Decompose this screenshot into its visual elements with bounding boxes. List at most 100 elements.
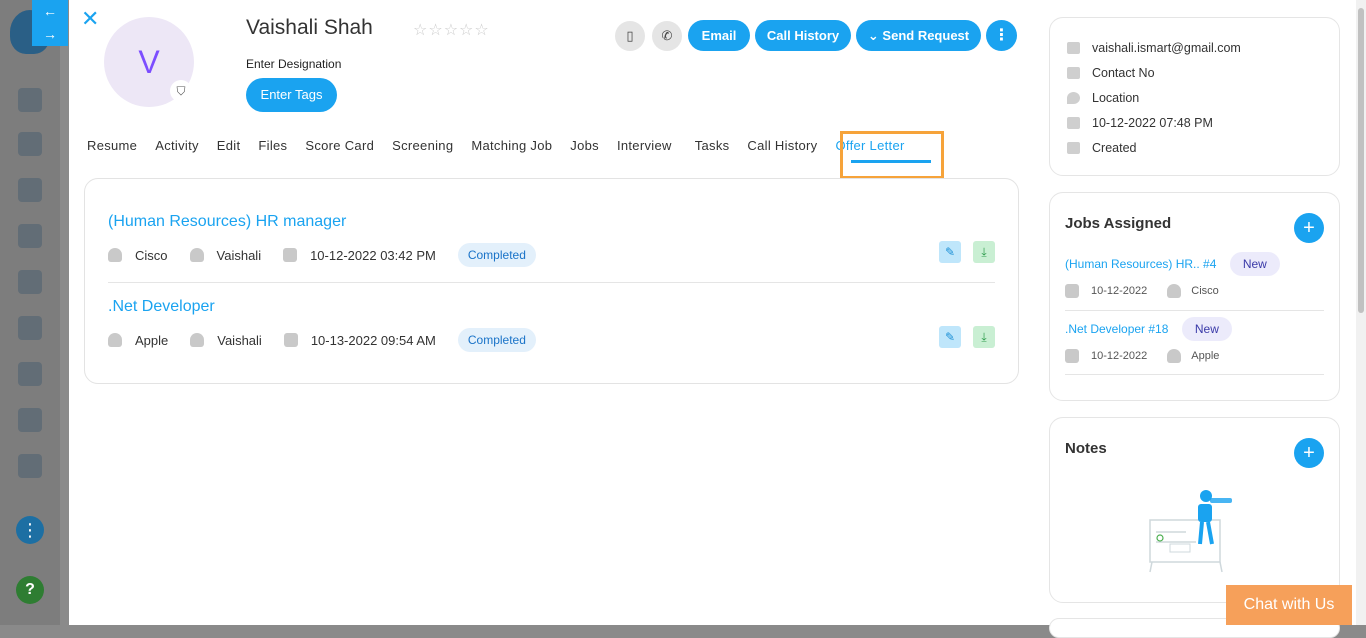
enter-tags-button[interactable]: Enter Tags — [246, 78, 337, 112]
status-badge: New — [1229, 252, 1280, 276]
offer-job-title[interactable]: .Net Developer — [108, 298, 995, 316]
people-icon — [18, 316, 42, 340]
assigned-job-company: Cisco — [1191, 285, 1219, 297]
contact-location: Location — [1092, 90, 1140, 105]
contact-phone-row: Contact No — [1050, 60, 1339, 85]
more-menu-icon: ⋮ — [16, 516, 44, 544]
offer-meta: Cisco Vaishali 10-12-2022 03:42 PM Compl… — [108, 243, 995, 267]
offer-date: 10-13-2022 09:54 AM — [310, 332, 436, 348]
gear-icon — [18, 454, 42, 478]
download-icon[interactable]: ⤓ — [973, 241, 995, 263]
location-pin-icon — [1067, 91, 1080, 104]
jobs-assigned-card: Jobs Assigned + (Human Resources) HR.. #… — [1049, 192, 1340, 401]
offer-date: 10-12-2022 03:42 PM — [310, 247, 436, 263]
company-icon — [108, 333, 122, 347]
search-icon — [18, 132, 42, 156]
record-navigation: ← → — [32, 0, 68, 46]
chat-with-us-button[interactable]: Chat with Us — [1226, 585, 1352, 625]
user-icon — [1167, 284, 1182, 298]
call-history-button[interactable]: Call History — [755, 20, 851, 51]
send-request-button[interactable]: ⌄ Send Request — [856, 20, 981, 51]
tab-edit[interactable]: Edit — [217, 138, 241, 153]
rocket-icon — [18, 362, 42, 386]
offer-person: Vaishali — [216, 247, 262, 263]
offer-person: Vaishali — [217, 332, 262, 348]
send-request-label: Send Request — [882, 28, 970, 43]
mail-icon — [1067, 41, 1080, 54]
user-icon — [190, 333, 205, 347]
next-arrow-icon[interactable]: → — [32, 23, 68, 46]
contact-created-label: Created — [1092, 140, 1137, 155]
list-item: .Net Developer #18 New 10-12-2022 Apple — [1065, 317, 1324, 363]
contact-email[interactable]: vaishali.ismart@gmail.com — [1092, 41, 1241, 55]
assigned-job-meta: 10-12-2022 Cisco — [1065, 284, 1324, 298]
list-item: (Human Resources) HR.. #4 New 10-12-2022… — [1065, 252, 1324, 298]
document-icon[interactable]: ▯ — [615, 21, 645, 51]
user-icon — [18, 178, 42, 202]
designation-placeholder[interactable]: Enter Designation — [246, 57, 341, 71]
status-badge: Completed — [457, 328, 536, 352]
tab-jobs[interactable]: Jobs — [570, 138, 599, 153]
add-note-plus-icon[interactable]: + — [1294, 438, 1324, 468]
tab-matching-job[interactable]: Matching Job — [471, 138, 552, 153]
edit-icon[interactable]: ✎ — [939, 241, 961, 263]
more-options-icon[interactable]: ⋮ — [986, 20, 1017, 51]
pie-chart-icon — [18, 408, 42, 432]
dashboard-icon — [18, 88, 42, 112]
assigned-job-company: Apple — [1191, 350, 1220, 362]
candidate-name: Vaishali Shah — [246, 16, 373, 39]
offer-company: Cisco — [135, 247, 168, 263]
download-icon — [1067, 141, 1080, 154]
offer-company: Apple — [135, 332, 169, 348]
assigned-job-title[interactable]: .Net Developer #18 — [1065, 322, 1168, 336]
status-badge: Completed — [457, 243, 536, 267]
background-sidebar: ⋮ ? — [0, 0, 60, 625]
user-icon — [1167, 349, 1182, 363]
previous-arrow-icon[interactable]: ← — [32, 0, 68, 23]
tab-files[interactable]: Files — [258, 138, 287, 153]
contact-card: vaishali.ismart@gmail.com Contact No Loc… — [1049, 17, 1340, 176]
calendar-icon — [283, 248, 298, 262]
divider — [108, 282, 995, 283]
contact-created-row: Created — [1050, 135, 1339, 160]
add-job-plus-icon[interactable]: + — [1294, 213, 1324, 243]
rating-stars[interactable]: ☆☆☆☆☆ — [413, 20, 490, 40]
scrollbar[interactable] — [1356, 0, 1366, 625]
notes-title: Notes — [1065, 440, 1107, 457]
phone-icon[interactable]: ✆ — [652, 21, 682, 51]
shield-icon: ⛉ — [170, 80, 192, 102]
assigned-job-title[interactable]: (Human Resources) HR.. #4 — [1065, 257, 1216, 271]
tab-screening[interactable]: Screening — [392, 138, 453, 153]
offer-meta: Apple Vaishali 10-13-2022 09:54 AM Compl… — [108, 328, 995, 352]
tab-activity[interactable]: Activity — [155, 138, 199, 153]
active-tab-highlight — [840, 131, 944, 179]
layers-icon — [18, 224, 42, 248]
offer-job-title[interactable]: (Human Resources) HR manager — [108, 213, 995, 231]
offer-letter-list: (Human Resources) HR manager Cisco Vaish… — [84, 178, 1019, 384]
assigned-job-meta: 10-12-2022 Apple — [1065, 349, 1324, 363]
candidate-detail-panel: ✕ V ⛉ Vaishali Shah ☆☆☆☆☆ Enter Designat… — [69, 0, 1366, 638]
tab-call-history[interactable]: Call History — [747, 138, 817, 153]
chevron-down-icon: ⌄ — [867, 28, 879, 43]
jobs-assigned-title: Jobs Assigned — [1065, 215, 1172, 232]
tab-tasks[interactable]: Tasks — [695, 138, 730, 153]
email-button[interactable]: Email — [688, 20, 750, 51]
tab-interview[interactable]: Interview — [617, 138, 672, 153]
contact-date-row: 10-12-2022 07:48 PM — [1050, 110, 1339, 135]
status-badge: New — [1181, 317, 1232, 341]
tab-resume[interactable]: Resume — [87, 138, 137, 153]
assigned-job-date: 10-12-2022 — [1091, 350, 1148, 362]
tab-score-card[interactable]: Score Card — [305, 138, 374, 153]
download-icon[interactable]: ⤓ — [973, 326, 995, 348]
company-icon — [108, 248, 122, 262]
help-icon: ? — [16, 576, 44, 604]
divider — [1065, 310, 1324, 311]
contact-location-row: Location — [1050, 85, 1339, 110]
offer-actions: ✎ ⤓ — [927, 241, 995, 263]
contact-email-row: vaishali.ismart@gmail.com — [1050, 35, 1339, 60]
divider — [1065, 374, 1324, 375]
briefcase-icon — [18, 270, 42, 294]
close-icon[interactable]: ✕ — [81, 8, 99, 30]
profile-tabs: Resume Activity Edit Files Score Card Sc… — [87, 138, 923, 153]
edit-icon[interactable]: ✎ — [939, 326, 961, 348]
